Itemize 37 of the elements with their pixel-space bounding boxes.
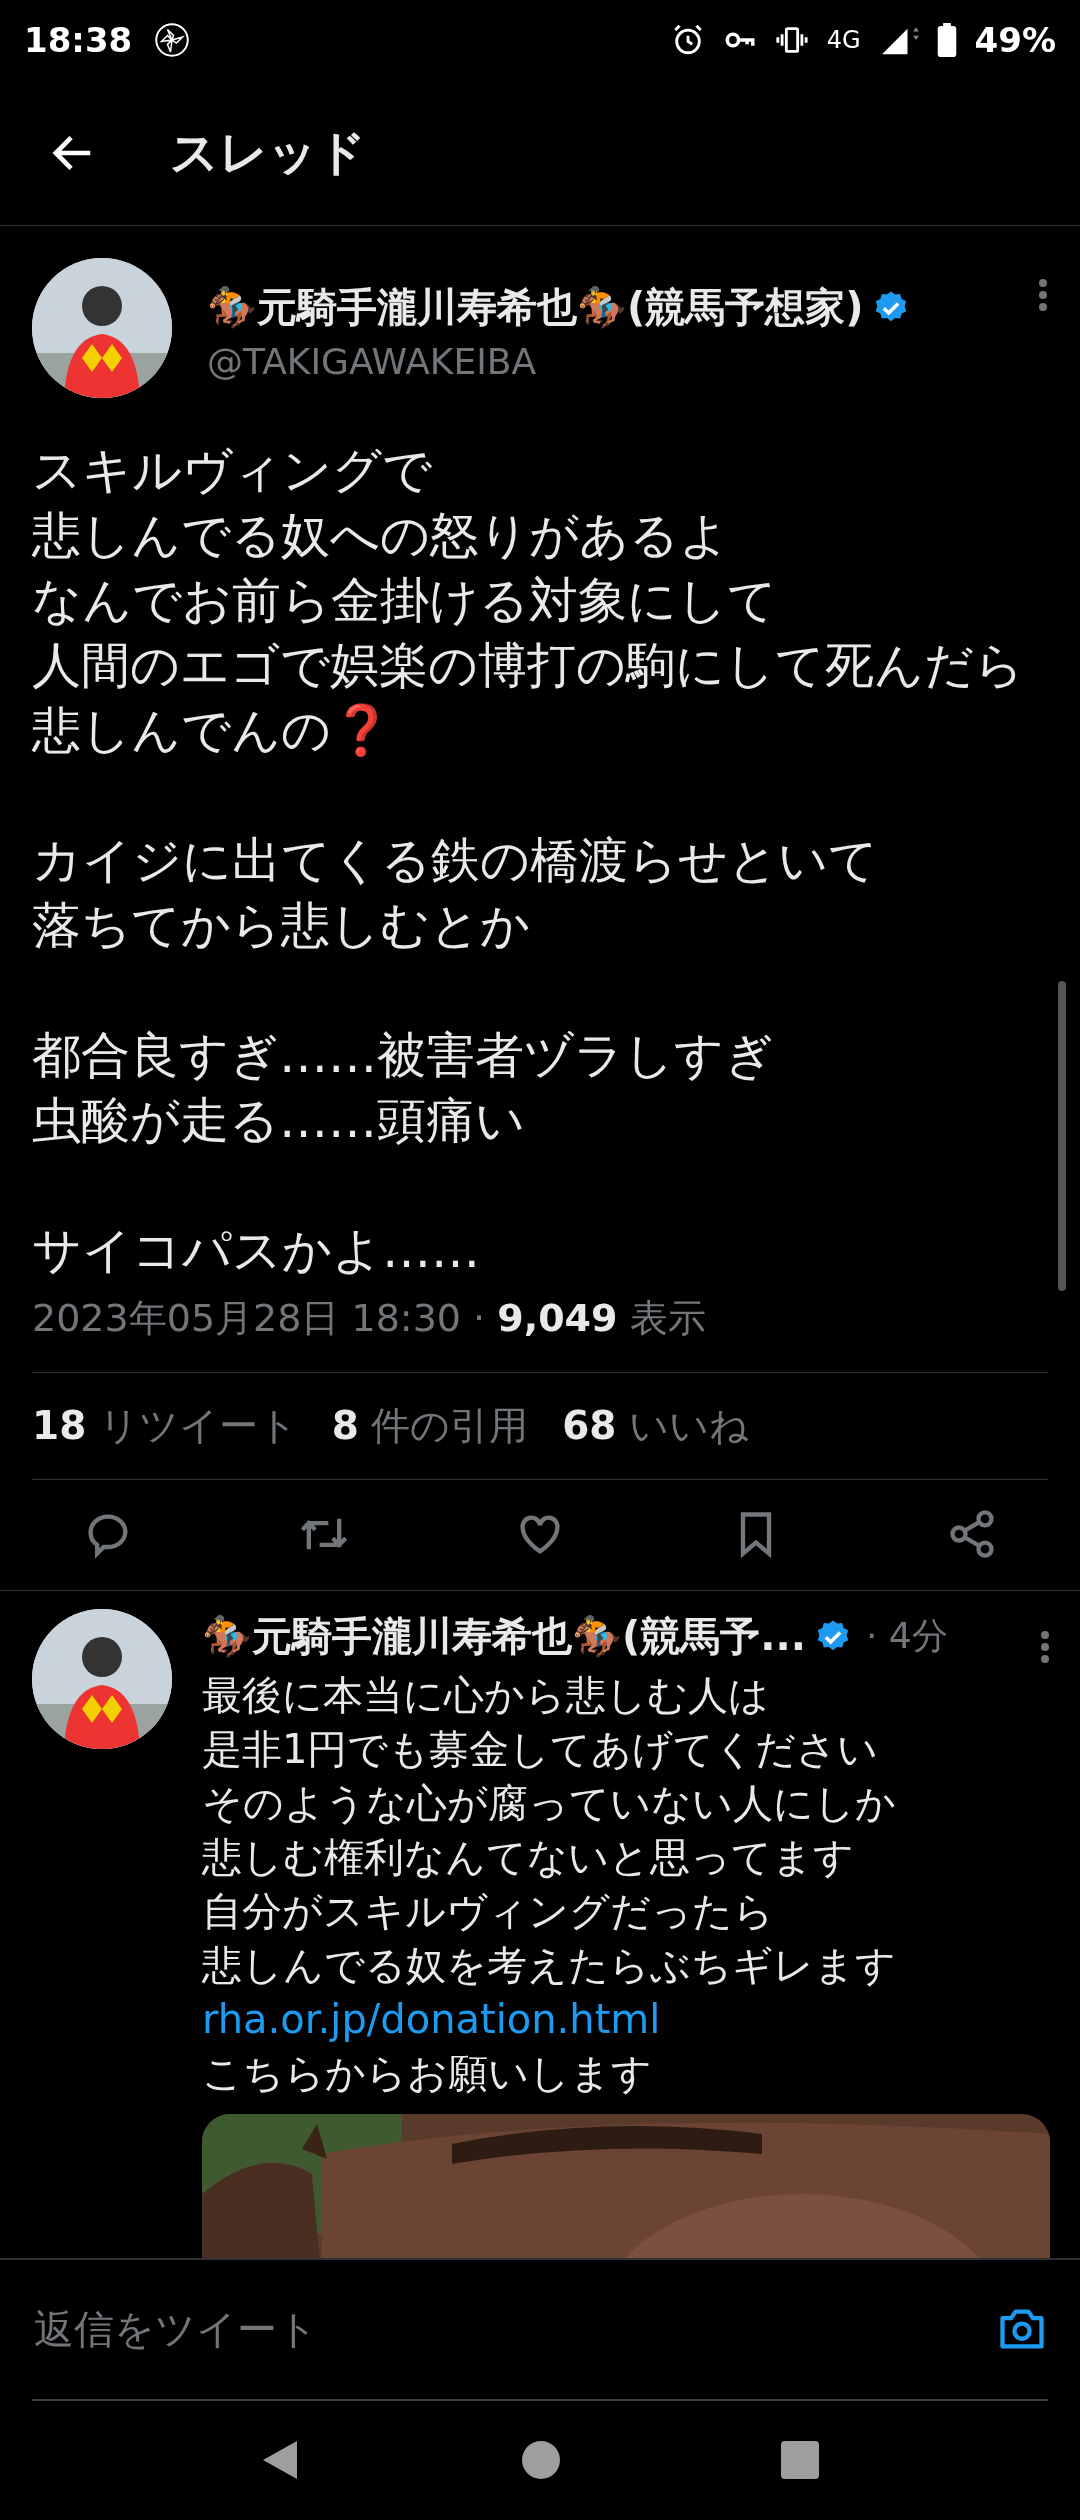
reply-time: · 4分 bbox=[865, 1614, 948, 1658]
reply-text-line: 自分がスキルヴィングだったら bbox=[202, 1887, 775, 1936]
tweet-text-line: 人間のエゴで娯楽の博打の駒にして死んだら bbox=[32, 636, 1025, 696]
tweet-text-line: 悲しんでんの❓ bbox=[32, 701, 393, 761]
reply-text-line: 悲しむ権利なんてないと思ってます bbox=[202, 1833, 855, 1882]
tweet-text-line: カイジに出てくる鉄の橋渡らせといて bbox=[32, 831, 879, 891]
tweet-text-line: なんでお前ら金掛ける対象にして bbox=[32, 571, 778, 631]
home-nav-icon[interactable] bbox=[522, 2441, 560, 2479]
author-name[interactable]: 🏇元騎手瀧川寿希也🏇(競馬予想家) bbox=[207, 280, 864, 335]
screen-title: スレッド bbox=[170, 122, 366, 182]
more-icon[interactable] bbox=[1040, 1629, 1050, 1664]
engagement-stat[interactable]: 18 リツイート bbox=[32, 1399, 298, 1453]
tweet-meta: 2023年05月28日 18:30 · 9,049 表示 bbox=[32, 1293, 1048, 1373]
tweet-text-line: 都合良すぎ……被害者ヅラしすぎ bbox=[32, 1026, 775, 1086]
reply-text-line: そのような心が腐っていない人にしか bbox=[202, 1779, 897, 1828]
tweet-text-line: スキルヴィングで bbox=[32, 441, 433, 501]
reply-text-line: 是非1円でも募金してあげてください bbox=[202, 1725, 880, 1774]
clock-time: 18:38 bbox=[24, 20, 133, 60]
tweet-text-line: サイコパスかよ…… bbox=[32, 1221, 481, 1281]
reply-field[interactable]: 返信をツイート bbox=[32, 2305, 996, 2353]
battery-icon bbox=[936, 23, 957, 57]
more-icon[interactable] bbox=[1038, 278, 1048, 312]
battery-percent: 49% bbox=[974, 20, 1056, 60]
network-type: 4G bbox=[826, 26, 861, 54]
author-name[interactable]: 🏇元騎手瀧川寿希也🏇(競馬予... bbox=[202, 1609, 806, 1664]
donation-link[interactable]: rha.or.jp/donation.html bbox=[202, 1996, 661, 2042]
engagement-stat[interactable]: 68 いいね bbox=[562, 1399, 749, 1453]
author-handle[interactable]: @TAKIGAWAKEIBA bbox=[207, 341, 1003, 382]
tweet-text-line: 悲しんでる奴への怒りがあるよ bbox=[32, 506, 730, 566]
engagement-stat[interactable]: 8 件の引用 bbox=[331, 1399, 529, 1453]
tweet-text-line: 虫酸が走る……頭痛い bbox=[32, 1091, 526, 1151]
reply-text-line: こちらからお願いします bbox=[202, 2049, 653, 2098]
tweet-text-line: 落ちてから悲しむとか bbox=[32, 896, 531, 956]
pinwheel-icon bbox=[154, 22, 191, 58]
reply-text-line: 最後に本当に心から悲しむ人は bbox=[202, 1671, 770, 1720]
recents-nav-icon[interactable] bbox=[781, 2441, 820, 2479]
reply-text-line: 悲しんでる奴を考えたらぶちギレます bbox=[202, 1941, 897, 1990]
